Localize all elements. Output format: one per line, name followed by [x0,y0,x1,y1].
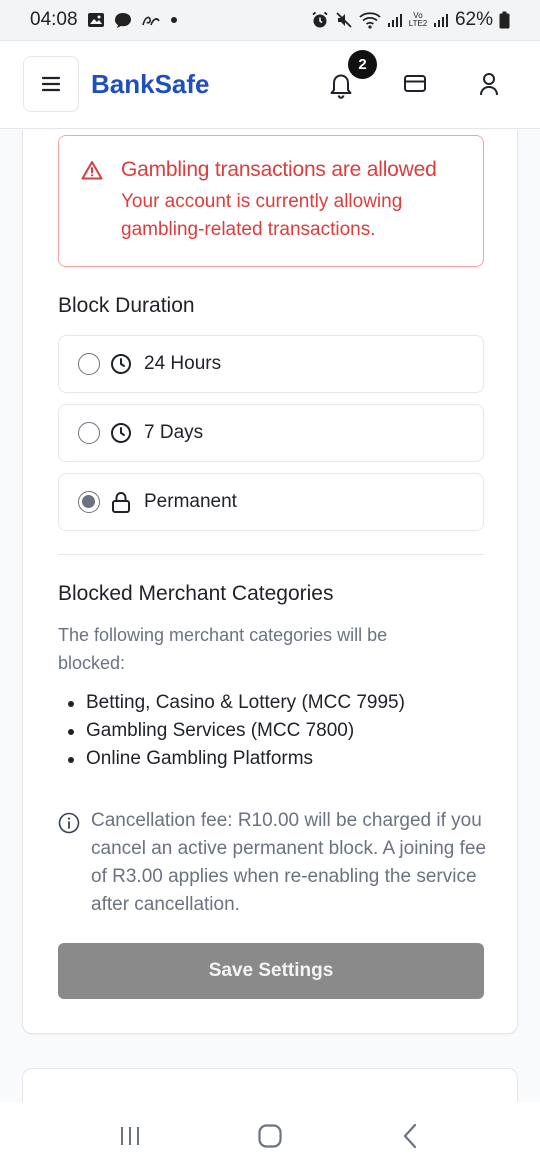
profile-button[interactable] [477,71,501,102]
alert-title: Gambling transactions are allowed [121,158,437,181]
radio-permanent[interactable] [78,491,100,513]
app-header: BankSafe 2 [0,40,540,129]
status-bar: 04:08 Vo LTE2 62% [0,0,540,40]
signal-icon [387,12,403,28]
recent-apps-icon [121,1127,139,1145]
back-icon [403,1123,417,1149]
wifi-icon [359,11,381,29]
bell-icon [330,74,352,99]
warning-icon [81,161,103,180]
info-icon [58,812,80,834]
duration-option-permanent[interactable]: Permanent [58,473,484,531]
status-bar-right: Vo LTE2 62% [311,9,510,31]
lock-icon [112,491,130,513]
list-item: Online Gambling Platforms [68,745,405,773]
clock-icon [111,354,131,374]
home-button[interactable] [240,1106,300,1166]
credit-card-icon [404,75,426,92]
menu-button[interactable] [23,56,79,112]
duration-option-7-days[interactable]: 7 Days [58,404,484,462]
gambling-status-alert: Gambling transactions are allowed Your a… [58,135,484,267]
next-card [22,1068,518,1102]
battery-icon [499,11,510,29]
system-nav-bar [0,1102,540,1170]
content-area[interactable]: Gambling transactions are allowed Your a… [0,130,540,1102]
battery-percent: 62% [454,9,493,30]
volte-label: Vo LTE2 [408,11,428,28]
notification-badge: 2 [348,50,377,79]
user-icon [480,73,498,96]
merchant-categories-title: Blocked Merchant Categories [58,582,334,605]
brand-logo[interactable]: BankSafe [91,69,210,100]
list-item: Betting, Casino & Lottery (MCC 7995) [68,689,405,717]
back-button[interactable] [380,1106,440,1166]
radio-24-hours[interactable] [78,353,100,375]
merchant-category-list: Betting, Casino & Lottery (MCC 7995) Gam… [68,689,405,773]
gallery-icon [87,12,105,28]
list-item: Gambling Services (MCC 7800) [68,717,405,745]
clock-icon [111,423,131,443]
dot-icon [170,16,178,24]
alert-body: Your account is currently allowing gambl… [121,191,403,240]
radio-7-days[interactable] [78,422,100,444]
block-duration-title: Block Duration [58,294,195,317]
option-label: 7 Days [144,422,204,443]
option-label: 24 Hours [144,353,222,374]
app-notification-icon [141,13,161,27]
status-bar-left: 04:08 [30,9,178,31]
chat-icon [114,12,132,29]
fee-notice: Cancellation fee: R10.00 will be charged… [91,810,487,915]
home-icon [258,1124,282,1148]
status-time: 04:08 [30,9,78,30]
alarm-icon [311,11,329,29]
option-label: Permanent [144,491,237,512]
mute-icon [335,11,353,29]
recent-apps-button[interactable] [100,1106,160,1166]
hamburger-icon [41,76,61,92]
cards-button[interactable] [403,72,427,99]
gambling-block-card: Gambling transactions are allowed Your a… [22,130,518,1034]
save-settings-button[interactable]: Save Settings [58,943,484,999]
section-divider [58,554,484,555]
duration-option-24-hours[interactable]: 24 Hours [58,335,484,393]
merchant-categories-description: The following merchant categories will b… [58,625,388,673]
signal-icon [433,12,449,28]
